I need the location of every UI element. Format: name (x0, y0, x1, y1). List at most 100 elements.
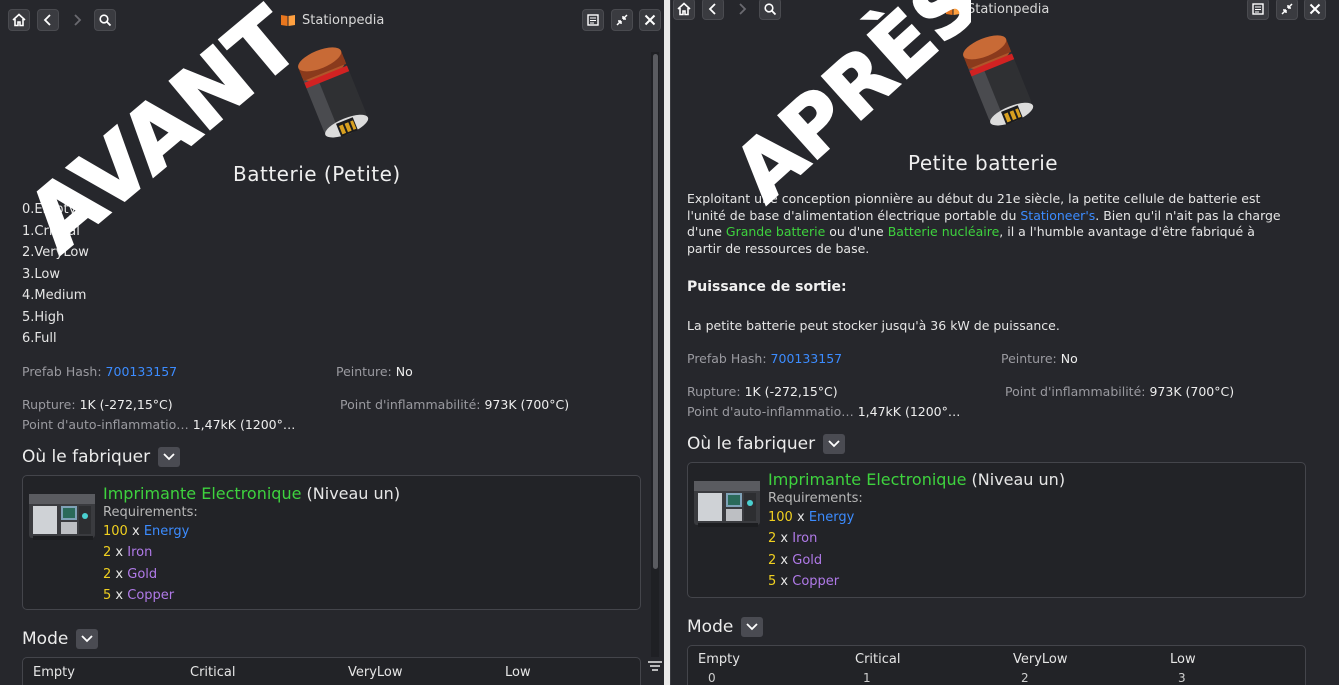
prop-value: 1K (-272,15°C) (744, 384, 838, 399)
stationeers-link[interactable]: Stationeer's (1020, 208, 1095, 223)
printer-image (29, 494, 95, 540)
prop-label: Rupture: (687, 384, 741, 399)
home-button[interactable] (673, 0, 695, 20)
output-heading: Puissance de sortie: (687, 279, 847, 295)
req-resource-link[interactable]: Energy (144, 524, 190, 539)
panel-after: Stationpedia Petite batterie Exploitant … (670, 0, 1339, 685)
requirement-row: 100 x Energy (768, 510, 854, 525)
requirement-row: 2 x Gold (103, 567, 157, 582)
collapse-button[interactable] (1276, 0, 1298, 20)
req-qty: 2 (768, 531, 777, 546)
close-button[interactable] (639, 9, 661, 31)
section-label: Mode (22, 629, 69, 649)
back-icon (43, 14, 51, 26)
scrollbar-thumb[interactable] (653, 54, 658, 569)
prop-value: No (1060, 351, 1078, 366)
page-title: Batterie (Petite) (233, 162, 401, 186)
requirement-row: 100 x Energy (103, 524, 189, 539)
req-times: x (131, 524, 140, 539)
flashpoint: Point d'inflammabilité: 973K (700°C) (340, 397, 569, 412)
state-list: 0.Empty 1.Critical 2.VeryLow 3.Low 4.Med… (22, 199, 89, 350)
close-button[interactable] (1304, 0, 1326, 20)
req-resource-link[interactable]: Iron (792, 531, 817, 546)
prefab-hash-value[interactable]: 700133157 (106, 364, 178, 379)
forward-button[interactable] (731, 0, 753, 20)
home-button[interactable] (8, 9, 30, 31)
mode-table: Empty Critical VeryLow Low 0 1 2 3 (687, 645, 1306, 685)
prefab-hash: Prefab Hash: 700133157 (22, 364, 177, 379)
large-battery-link[interactable]: Grande batterie (726, 224, 825, 239)
prop-value: 973K (700°C) (484, 397, 570, 412)
req-resource-link[interactable]: Iron (127, 545, 152, 560)
collapse-icon (1281, 3, 1293, 15)
where-to-make-header[interactable]: Où le fabriquer (687, 434, 846, 454)
forward-icon (74, 14, 82, 26)
mode-header-cell: VeryLow (348, 665, 403, 680)
title-bar: Stationpedia (0, 0, 664, 40)
fabricator-link[interactable]: Imprimante Electronique (768, 470, 966, 489)
requirements-label: Requirements: (103, 505, 198, 520)
mode-table: Empty Critical VeryLow Low (22, 657, 641, 685)
collapse-button[interactable] (611, 9, 633, 31)
req-resource-link[interactable]: Gold (127, 567, 157, 582)
req-qty: 2 (103, 545, 112, 560)
window-title: Stationpedia (280, 12, 384, 28)
search-button[interactable] (94, 9, 116, 31)
break-temp: Rupture: 1K (-272,15°C) (22, 397, 173, 412)
mode-header[interactable]: Mode (22, 629, 99, 649)
req-times: x (115, 567, 124, 582)
where-to-make-header[interactable]: Où le fabriquer (22, 447, 181, 467)
req-times: x (115, 588, 124, 603)
description: Exploitant une conception pionnière au d… (687, 191, 1287, 257)
prop-value: 1,47kK (1200°… (192, 417, 296, 432)
chevron-down-icon[interactable] (76, 629, 99, 649)
state-item: 3.Low (22, 266, 61, 282)
req-resource-link[interactable]: Copper (127, 588, 174, 603)
chevron-down-icon[interactable] (741, 617, 764, 637)
prop-label: Peinture: (1001, 351, 1057, 366)
wiki-button[interactable] (582, 9, 604, 31)
search-button[interactable] (759, 0, 781, 20)
forward-button[interactable] (66, 9, 88, 31)
close-icon (1309, 3, 1321, 15)
fabricator-link[interactable]: Imprimante Electronique (103, 484, 301, 503)
chevron-down-icon[interactable] (823, 434, 846, 454)
fabricator-tier: (Niveau un) (306, 484, 401, 503)
req-resource-link[interactable]: Energy (809, 510, 855, 525)
fabricator-name: Imprimante Electronique (Niveau un) (768, 470, 1065, 489)
state-item: 2.VeryLow (22, 245, 89, 260)
back-button[interactable] (702, 0, 724, 20)
home-icon (677, 2, 691, 16)
req-qty: 2 (768, 553, 777, 568)
autoignition: Point d'auto-inflammatio… 1,47kK (1200°… (687, 404, 960, 419)
filter-icon[interactable] (647, 660, 663, 674)
req-resource-link[interactable]: Copper (792, 574, 839, 589)
prop-label: Prefab Hash: (687, 351, 767, 366)
printer-image (694, 481, 760, 527)
chevron-down-icon[interactable] (158, 447, 181, 467)
state-item: 4.Medium (22, 288, 87, 303)
battery-item-image (963, 35, 1034, 126)
search-icon (99, 14, 112, 27)
mode-header-cell: Empty (698, 652, 740, 667)
nuclear-battery-link[interactable]: Batterie nucléaire (888, 224, 1000, 239)
mode-header-cell: Empty (33, 665, 75, 680)
prop-value: 1,47kK (1200°… (857, 404, 961, 419)
fabricator-tier: (Niveau un) (971, 470, 1066, 489)
prop-value: 973K (700°C) (1149, 384, 1235, 399)
wiki-button[interactable] (1247, 0, 1269, 20)
req-qty: 5 (103, 588, 112, 603)
fabricator-card: Imprimante Electronique (Niveau un) Requ… (687, 462, 1306, 598)
description-text: ou d'une (825, 224, 888, 239)
req-resource-link[interactable]: Gold (792, 553, 822, 568)
req-times: x (780, 574, 789, 589)
state-item: 0.Empty (22, 202, 77, 217)
paint: Peinture: No (1001, 351, 1078, 366)
mode-header[interactable]: Mode (687, 617, 764, 637)
prop-label: Peinture: (336, 364, 392, 379)
prefab-hash-value[interactable]: 700133157 (771, 351, 843, 366)
mode-value-cell: 1 (863, 671, 871, 685)
back-button[interactable] (37, 9, 59, 31)
req-times: x (115, 545, 124, 560)
autoignition: Point d'auto-inflammatio… 1,47kK (1200°… (22, 417, 295, 432)
